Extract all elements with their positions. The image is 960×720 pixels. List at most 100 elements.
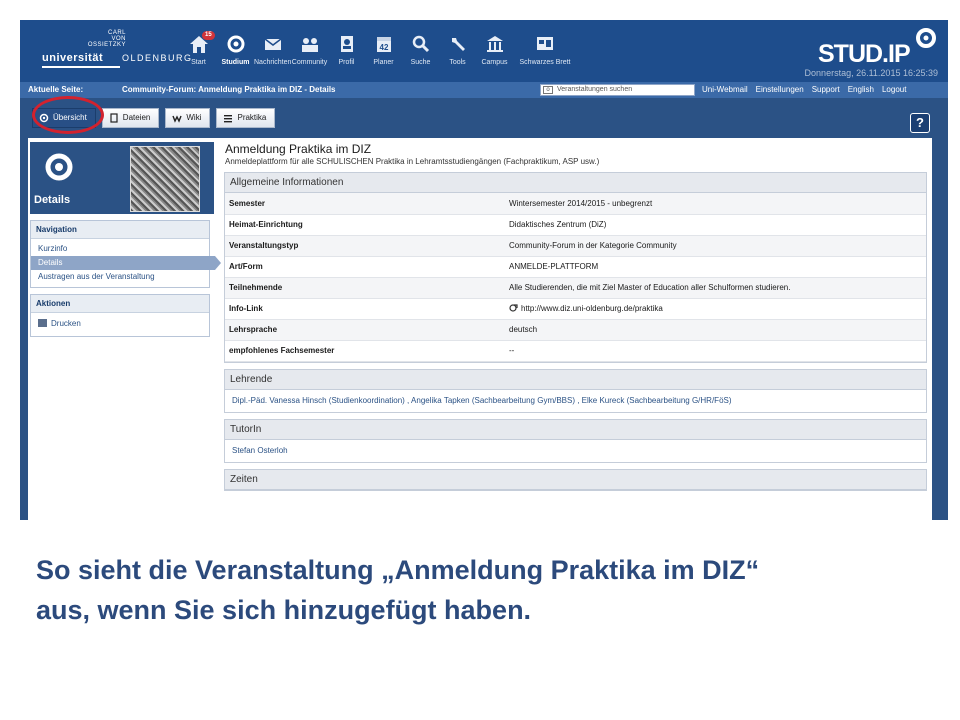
lecturers-list[interactable]: Dipl.-Päd. Vanessa Hinsch (Studienkoordi… — [225, 390, 926, 412]
search-small-icon[interactable]: o — [543, 86, 553, 94]
breadcrumb[interactable]: Community-Forum: Anmeldung Praktika im D… — [118, 82, 336, 98]
link-einstellungen[interactable]: Einstellungen — [756, 82, 804, 98]
info-value: deutsch — [505, 319, 926, 341]
nav-label: Planer — [373, 59, 394, 66]
info-key: Veranstaltungstyp — [225, 235, 505, 257]
nav-label: Nachrichten — [254, 59, 292, 66]
files-icon — [110, 113, 118, 123]
highlight-circle — [32, 96, 104, 134]
panel-title: Zeiten — [225, 469, 926, 490]
info-key: Semester — [225, 193, 505, 215]
tutor-panel: TutorIn Stefan Osterloh — [224, 418, 927, 463]
breadcrumb-bar: Aktuelle Seite: Community-Forum: Anmeldu… — [20, 82, 948, 98]
table-row: Info-Link http://www.diz.uni-oldenburg.de… — [225, 298, 926, 320]
nav-nachrichten[interactable]: Nachrichten — [254, 34, 291, 78]
current-date: Donnerstag, 26.11.2015 16:25:39 — [804, 68, 938, 78]
lecturers-panel: Lehrende Dipl.-Päd. Vanessa Hinsch (Stud… — [224, 368, 927, 413]
info-link[interactable]: http://www.diz.uni-oldenburg.de/praktika — [505, 298, 926, 320]
nav-studium[interactable]: Studium — [217, 34, 254, 78]
info-key: Info-Link — [225, 298, 505, 320]
studip-ring-icon — [916, 28, 936, 48]
university-logo[interactable]: CARL VON OSSIETZKY universität OLDENBURG — [42, 30, 191, 70]
info-value-link[interactable]: Didaktisches Zentrum (DiZ) — [505, 214, 926, 236]
tutor-name[interactable]: Stefan Osterloh — [225, 440, 926, 462]
top-header: CARL VON OSSIETZKY universität OLDENBURG… — [20, 20, 948, 82]
nav-label: Tools — [449, 59, 466, 66]
course-search-input[interactable]: o Veranstaltungen suchen — [540, 84, 695, 96]
sidebar-navigation-title: Navigation — [31, 221, 209, 239]
nav-start[interactable]: 15 Start — [180, 31, 217, 78]
sidebar-item-austragen[interactable]: Austragen aus der Veranstaltung — [31, 270, 209, 284]
page-title: Anmeldung Praktika im DIZ — [225, 142, 372, 156]
nav-label: Campus — [481, 59, 508, 66]
sidebar-item-label: Drucken — [51, 319, 81, 328]
tab-praktika[interactable]: Praktika — [216, 108, 276, 128]
slide-caption: So sieht die Veranstaltung „Anmeldung Pr… — [36, 550, 936, 630]
community-icon — [301, 38, 318, 52]
nav-label: Profil — [338, 59, 355, 66]
search-icon — [412, 35, 429, 53]
tab-wiki[interactable]: Wiki — [165, 108, 211, 128]
info-link-text: http://www.diz.uni-oldenburg.de/praktika — [521, 304, 663, 313]
table-row: empfohlenes Fachsemester -- — [225, 340, 926, 362]
studip-logo[interactable]: STUD.IP — [818, 26, 938, 68]
sidebar-item-details[interactable]: Details — [31, 256, 221, 270]
search-placeholder: Veranstaltungen suchen — [557, 86, 633, 93]
help-button[interactable]: ? — [910, 113, 930, 133]
nav-planer[interactable]: 42 Planer — [365, 34, 402, 78]
logo-bar — [42, 66, 120, 68]
nav-campus[interactable]: Campus — [476, 34, 513, 78]
mail-icon — [264, 38, 281, 50]
info-key: Lehrsprache — [225, 319, 505, 341]
info-value: Wintersemester 2014/2015 - unbegrenzt — [505, 193, 926, 215]
caption-line-1: So sieht die Veranstaltung „Anmeldung Pr… — [36, 555, 760, 585]
external-link-icon — [509, 304, 518, 312]
nav-label: Studium — [221, 59, 250, 66]
list-icon — [224, 115, 233, 123]
profile-icon — [340, 36, 353, 52]
studip-ring-icon — [45, 153, 73, 181]
sidebar-title: Details — [34, 194, 71, 206]
tab-dateien[interactable]: Dateien — [101, 108, 160, 128]
nav-profil[interactable]: Profil — [328, 34, 365, 78]
print-icon — [38, 319, 47, 327]
nav-community[interactable]: Community — [291, 34, 328, 78]
tab-label: Dateien — [122, 113, 151, 122]
nav-tools[interactable]: Tools — [439, 34, 476, 78]
panel-title: Allgemeine Informationen — [225, 173, 926, 193]
info-table: Semester Wintersemester 2014/2015 - unbeg… — [225, 193, 926, 362]
table-row: Heimat-Einrichtung Didaktisches Zentrum (… — [225, 214, 926, 236]
link-support[interactable]: Support — [812, 82, 840, 98]
tab-label: Praktika — [237, 113, 267, 122]
sidebar-item-drucken[interactable]: Drucken — [31, 317, 209, 331]
info-value: Community-Forum in der Kategorie Communi… — [505, 235, 926, 257]
link-logout[interactable]: Logout — [882, 82, 906, 98]
main-area: Details Navigation Kurzinfo Details Aust… — [28, 138, 932, 520]
info-value: Alle Studierenden, die mit Ziel Master o… — [505, 277, 926, 299]
info-key: empfohlenes Fachsemester — [225, 340, 505, 362]
screenshot-frame: CARL VON OSSIETZKY universität OLDENBURG… — [20, 20, 948, 520]
link-uni-webmail[interactable]: Uni-Webmail — [702, 82, 748, 98]
sidebar-actions: Aktionen Drucken — [30, 294, 210, 337]
nav-label: Start — [191, 59, 206, 66]
panel-title: Lehrende — [225, 369, 926, 390]
nav-label: Community — [291, 59, 328, 66]
logo-small-text: CARL VON OSSIETZKY — [87, 30, 126, 48]
sidebar-navigation: Navigation Kurzinfo Details Austragen au… — [30, 220, 221, 288]
link-english[interactable]: English — [848, 82, 874, 98]
main-navigation: 15 Start Studium Nachrichten Community P… — [180, 31, 577, 78]
sidebar: Details Navigation Kurzinfo Details Aust… — [30, 142, 221, 337]
nav-suche[interactable]: Suche — [402, 34, 439, 78]
nav-schwarzes-brett[interactable]: Schwarzes Brett — [513, 34, 577, 78]
sidebar-item-kurzinfo[interactable]: Kurzinfo — [31, 242, 209, 256]
board-icon — [537, 37, 553, 50]
table-row: Lehrsprache deutsch — [225, 319, 926, 341]
info-key: Teilnehmende — [225, 277, 505, 299]
table-row: Veranstaltungstyp Community-Forum in der … — [225, 235, 926, 257]
tab-label: Wiki — [186, 113, 202, 122]
top-links: Uni-Webmail Einstellungen Support Englis… — [702, 82, 914, 98]
studium-icon — [227, 35, 244, 53]
table-row: Teilnehmende Alle Studierenden, die mit Z… — [225, 277, 926, 299]
wrench-icon — [451, 38, 465, 51]
general-info-panel: Allgemeine Informationen Semester Winters… — [224, 172, 927, 363]
